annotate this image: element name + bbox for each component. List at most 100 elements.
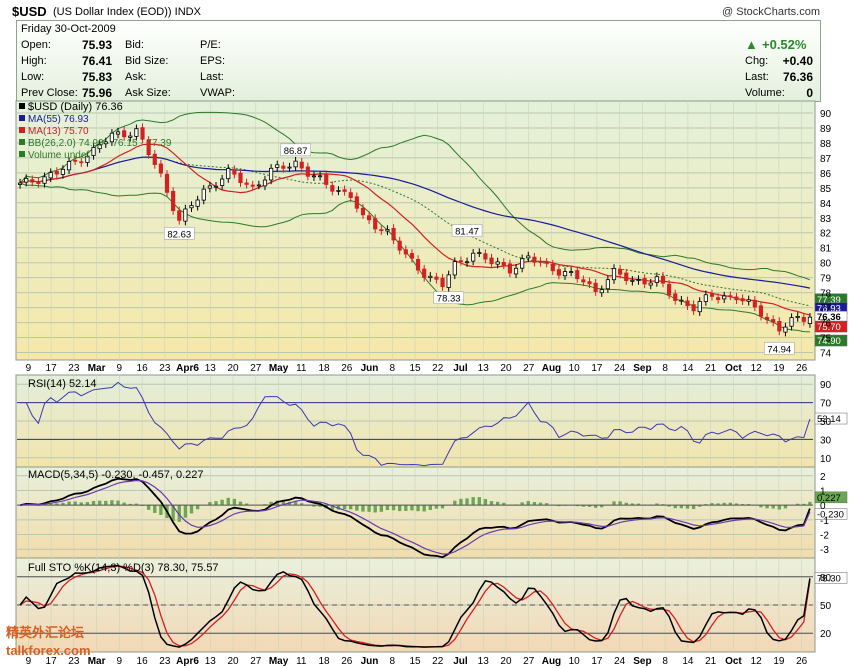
legend-swatch [19, 151, 25, 157]
candle-body [501, 262, 506, 266]
x-tick-label: 15 [409, 656, 421, 667]
candle-body [740, 298, 745, 302]
candle-body [201, 188, 206, 201]
candle-body [262, 179, 268, 187]
x-tick-label: 11 [296, 656, 307, 667]
candle-body [66, 161, 72, 171]
candle-body [318, 175, 323, 178]
y-tick-label: 89 [820, 124, 832, 135]
chart-canvas: 82.6386.8781.4778.3374.9477.3976.9376.36… [15, 100, 848, 667]
x-tick-label: 19 [773, 363, 785, 374]
candle-body [397, 240, 402, 251]
macd-histogram-bar [226, 497, 230, 506]
x-tick-label: 18 [318, 363, 330, 374]
candle-body [722, 295, 727, 300]
macd-histogram-bar [73, 501, 77, 506]
candle-body [434, 276, 439, 280]
x-tick-label: 14 [682, 363, 694, 374]
candle-body [532, 256, 537, 263]
candle-body [226, 168, 231, 180]
candle-body [618, 268, 623, 275]
macd-histogram-bar [404, 505, 408, 511]
x-tick-label: 8 [662, 363, 668, 374]
x-tick-label: 12 [751, 656, 763, 667]
candle-body [691, 304, 696, 312]
candle-body [311, 175, 317, 178]
candle-body [293, 160, 298, 168]
candle-body [752, 299, 757, 308]
x-tick-label: Mar [88, 363, 106, 374]
candle-body [366, 215, 372, 221]
macd-histogram-bar [189, 505, 194, 514]
x-tick-label: 17 [591, 363, 603, 374]
macd-histogram-bar [526, 501, 530, 506]
candle-body [538, 261, 543, 263]
candle-body [269, 167, 274, 181]
y-tick-label: 85 [820, 184, 832, 195]
candle-body [48, 172, 53, 179]
candle-body [324, 174, 329, 185]
candle-body [728, 295, 733, 298]
y-tick-label: 80 [820, 259, 832, 270]
candle-body [42, 176, 47, 184]
price-annotation: 78.33 [437, 294, 461, 305]
y-tick-label: 88 [820, 139, 832, 150]
candle-body [807, 316, 813, 325]
candle-body [220, 178, 225, 186]
x-tick-label: Jun [361, 363, 379, 374]
candle-body [630, 279, 635, 282]
y-tick-label: 90 [820, 109, 832, 120]
sto-title: Full STO %K(14,3) %D(3) 78.30, 75.57 [28, 562, 219, 574]
candle-body [599, 289, 604, 294]
x-tick-label: 21 [705, 656, 717, 667]
x-tick-label: 20 [227, 363, 239, 374]
macd-histogram-bar [434, 505, 439, 509]
x-tick-label: 18 [318, 656, 330, 667]
y-tick-label: 75 [820, 334, 832, 345]
candle-body [238, 172, 243, 184]
x-tick-label: 22 [432, 363, 444, 374]
y-tick-label: 20 [820, 629, 832, 640]
x-tick-label: 13 [205, 363, 217, 374]
macd-histogram-bar [104, 500, 108, 506]
candle-body [624, 272, 629, 282]
candle-body [299, 161, 304, 169]
macd-histogram-bar [195, 505, 200, 510]
candle-body [569, 271, 574, 274]
x-tick-label: Sep [633, 363, 651, 374]
macd-histogram-bar [465, 498, 469, 506]
macd-histogram-bar [416, 505, 420, 512]
candle-body [605, 279, 610, 290]
y-tick-label: 1 [820, 486, 826, 497]
y-tick-label: 0 [820, 501, 826, 512]
x-tick-label: 14 [682, 656, 694, 667]
y-tick-label: 82 [820, 229, 832, 240]
x-tick-label: Sep [633, 656, 651, 667]
candle-body [440, 277, 445, 288]
candle-body [575, 270, 580, 280]
macd-histogram-bar [422, 505, 426, 512]
candle-body [171, 190, 176, 212]
candle-body [183, 208, 188, 222]
candle-body [379, 229, 384, 232]
macd-histogram-bar [373, 505, 377, 513]
legend-swatch [19, 115, 25, 121]
candle-body [489, 257, 494, 265]
macd-histogram-bar [367, 505, 371, 512]
watermark: 精英外汇论坛 talkforex.com [6, 625, 91, 658]
candle-body [281, 165, 286, 169]
legend-ma55: MA(55) 76.93 [28, 114, 89, 125]
candle-body [526, 255, 531, 259]
macd-histogram-bar [471, 497, 475, 506]
legend-swatch [19, 103, 25, 109]
x-tick-label: Jul [453, 656, 468, 667]
y-tick-label: -3 [820, 545, 829, 556]
x-tick-label: 26 [341, 363, 353, 374]
y-tick-label: 83 [820, 214, 832, 225]
candle-body [544, 261, 549, 264]
candle-body [611, 268, 617, 281]
candle-body [207, 185, 212, 189]
legend-swatch [19, 127, 25, 133]
candle-body [164, 173, 170, 193]
legend-ma13: MA(13) 75.70 [28, 126, 89, 137]
